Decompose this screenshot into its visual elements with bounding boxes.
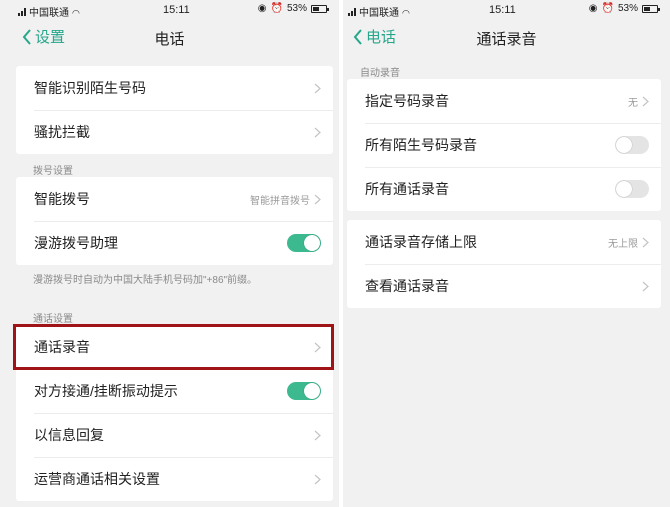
carrier-label: 中国联通 <box>359 8 399 19</box>
dial-group: 智能拨号 智能拼音拨号 漫游拨号助理 <box>16 177 333 265</box>
status-right: ◉ ⏰ 53% <box>588 3 660 14</box>
row-label: 漫游拨号助理 <box>34 235 118 251</box>
battery-label: 53% <box>286 3 307 14</box>
record-all-toggle[interactable] <box>615 180 649 198</box>
wifi-icon: ◠ <box>72 8 80 18</box>
row-call-recording[interactable]: 通话录音 <box>16 325 333 369</box>
chevron-right-icon <box>642 237 649 247</box>
row-label: 智能拨号 <box>34 191 90 207</box>
signal-icon <box>348 8 357 16</box>
roaming-note: 漫游拨号时自动为中国大陆手机号码加"+86"前缀。 <box>33 275 258 286</box>
row-carrier-settings[interactable]: 运营商通话相关设置 <box>16 457 333 501</box>
chevron-right-icon <box>314 127 321 137</box>
row-reply-with-message[interactable]: 以信息回复 <box>16 413 333 457</box>
battery-fill <box>644 6 650 11</box>
auto-record-group: 指定号码录音 无 所有陌生号码录音 所有通话录音 <box>347 79 661 211</box>
row-label: 骚扰拦截 <box>34 124 90 140</box>
battery-label: 53% <box>617 3 638 14</box>
page-title: 电话 <box>154 31 185 48</box>
status-time: 15:11 <box>489 4 516 16</box>
chevron-right-icon <box>314 474 321 484</box>
battery-fill <box>313 6 319 11</box>
location-icon: ◉ <box>588 3 598 14</box>
phone-settings-screen: 中国联通 ◠ 15:11 ◉ ⏰ 53% 设置 电话 智能识别陌生号码 骚扰拦截 … <box>0 0 339 507</box>
row-label: 通话录音 <box>34 339 90 355</box>
toggle-knob <box>304 383 320 399</box>
battery-icon <box>311 4 329 13</box>
chevron-right-icon <box>314 194 321 204</box>
chevron-right-icon <box>314 430 321 440</box>
row-label: 查看通话录音 <box>365 278 449 294</box>
row-value: 无上限 <box>608 238 638 250</box>
row-roaming-assistant: 漫游拨号助理 <box>16 221 333 265</box>
toggle-knob <box>616 181 632 197</box>
row-vibrate-on-connect: 对方接通/挂断振动提示 <box>16 369 333 413</box>
chevron-right-icon <box>314 342 321 352</box>
identify-group: 智能识别陌生号码 骚扰拦截 <box>16 66 333 154</box>
call-settings-group: 通话录音 对方接通/挂断振动提示 以信息回复 运营商通话相关设置 <box>16 325 333 501</box>
status-bar: 中国联通 ◠ 15:11 ◉ ⏰ 53% <box>343 0 670 20</box>
row-record-all: 所有通话录音 <box>347 167 661 211</box>
row-value: 智能拼音拨号 <box>250 195 310 207</box>
chevron-right-icon <box>314 83 321 93</box>
row-label: 运营商通话相关设置 <box>34 471 160 487</box>
row-specified-numbers[interactable]: 指定号码录音 无 <box>347 79 661 123</box>
alarm-icon: ⏰ <box>270 3 283 14</box>
row-label: 对方接通/挂断振动提示 <box>34 383 178 399</box>
storage-group: 通话录音存储上限 无上限 查看通话录音 <box>347 220 661 308</box>
section-header-dial: 拨号设置 <box>33 166 73 177</box>
chevron-right-icon <box>642 96 649 106</box>
record-unknown-toggle[interactable] <box>615 136 649 154</box>
carrier-indicator: 中国联通 ◠ <box>348 4 410 19</box>
row-smart-dial[interactable]: 智能拨号 智能拼音拨号 <box>16 177 333 221</box>
row-identify-unknown[interactable]: 智能识别陌生号码 <box>16 66 333 110</box>
toggle-knob <box>304 235 320 251</box>
chevron-right-icon <box>642 281 649 291</box>
row-harassment-block[interactable]: 骚扰拦截 <box>16 110 333 154</box>
alarm-icon: ⏰ <box>601 3 614 14</box>
row-record-unknown: 所有陌生号码录音 <box>347 123 661 167</box>
row-label: 指定号码录音 <box>365 93 449 109</box>
page-title: 通话录音 <box>476 31 537 48</box>
row-storage-limit[interactable]: 通话录音存储上限 无上限 <box>347 220 661 264</box>
section-header-auto-record: 自动录音 <box>360 68 400 79</box>
status-bar: 中国联通 ◠ 15:11 ◉ ⏰ 53% <box>0 0 339 20</box>
carrier-indicator: 中国联通 ◠ <box>18 4 80 19</box>
row-value: 无 <box>628 97 638 109</box>
nav-bar: 电话 通话录音 <box>343 22 670 52</box>
battery-icon <box>642 4 660 13</box>
section-header-call: 通话设置 <box>33 314 73 325</box>
status-right: ◉ ⏰ 53% <box>257 3 329 14</box>
roaming-toggle[interactable] <box>287 234 321 252</box>
row-label: 所有陌生号码录音 <box>365 137 477 153</box>
wifi-icon: ◠ <box>402 8 410 18</box>
location-icon: ◉ <box>257 3 267 14</box>
row-label: 所有通话录音 <box>365 181 449 197</box>
signal-icon <box>18 8 27 16</box>
row-label: 以信息回复 <box>34 427 104 443</box>
vibrate-toggle[interactable] <box>287 382 321 400</box>
row-label: 通话录音存储上限 <box>365 234 477 250</box>
row-view-recordings[interactable]: 查看通话录音 <box>347 264 661 308</box>
nav-bar: 设置 电话 <box>0 22 339 52</box>
call-recording-screen: 中国联通 ◠ 15:11 ◉ ⏰ 53% 电话 通话录音 自动录音 指定号码录音 … <box>343 0 670 507</box>
toggle-knob <box>616 137 632 153</box>
carrier-label: 中国联通 <box>29 8 69 19</box>
status-time: 15:11 <box>163 4 190 16</box>
row-label: 智能识别陌生号码 <box>34 80 146 96</box>
